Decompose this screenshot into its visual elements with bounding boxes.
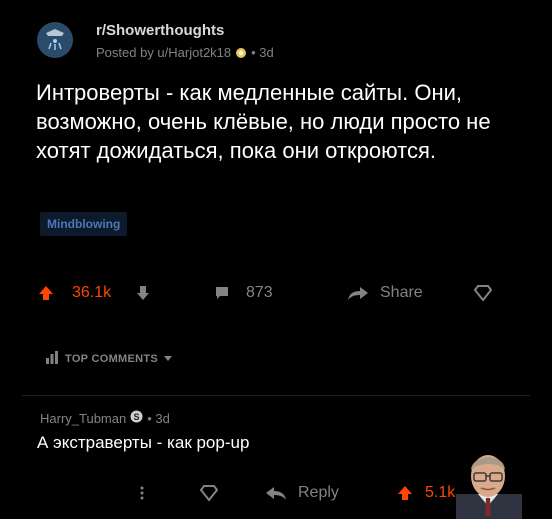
chevron-down-icon	[164, 353, 173, 365]
post-meta: Posted by u/Harjot2k18 • 3d	[96, 45, 274, 60]
comment-save-icon[interactable]	[200, 482, 218, 504]
comment-age: • 3d	[147, 410, 170, 426]
comment-body: А экстраверты - как pop-up	[37, 433, 250, 452]
posted-by[interactable]: Posted by u/Harjot2k18	[96, 45, 231, 60]
divider	[22, 395, 530, 396]
upvote-icon[interactable]	[38, 281, 54, 305]
comment-icon[interactable]	[214, 281, 230, 305]
avatar	[450, 446, 526, 519]
subreddit-name[interactable]: r/Showerthoughts	[96, 22, 224, 39]
save-icon[interactable]	[474, 281, 492, 305]
subreddit-icon[interactable]	[37, 22, 73, 58]
post-score: 36.1k	[72, 284, 112, 301]
reply-button[interactable]: Reply	[298, 482, 339, 504]
svg-text:S: S	[134, 412, 140, 422]
comment-upvote-icon[interactable]	[397, 482, 413, 504]
reply-icon[interactable]	[265, 482, 287, 504]
more-icon[interactable]	[140, 482, 144, 504]
post-age: • 3d	[251, 45, 274, 60]
comment-sort[interactable]: TOP COMMENTS	[45, 350, 173, 367]
downvote-icon[interactable]	[136, 281, 150, 305]
comment-meta: Harry_Tubman S • 3d	[40, 410, 170, 426]
award-icon	[235, 47, 247, 59]
share-button[interactable]: Share	[380, 281, 423, 305]
sort-label: TOP COMMENTS	[65, 352, 159, 365]
comment-author[interactable]: Harry_Tubman	[40, 411, 126, 426]
sort-icon	[45, 350, 59, 367]
post-flair[interactable]: Mindblowing	[40, 212, 128, 236]
gold-icon: S	[130, 410, 143, 426]
post-title: Интроверты - как медленные сайты. Они, в…	[36, 80, 491, 163]
comments-count[interactable]: 873	[246, 281, 273, 305]
share-icon[interactable]	[347, 281, 369, 305]
